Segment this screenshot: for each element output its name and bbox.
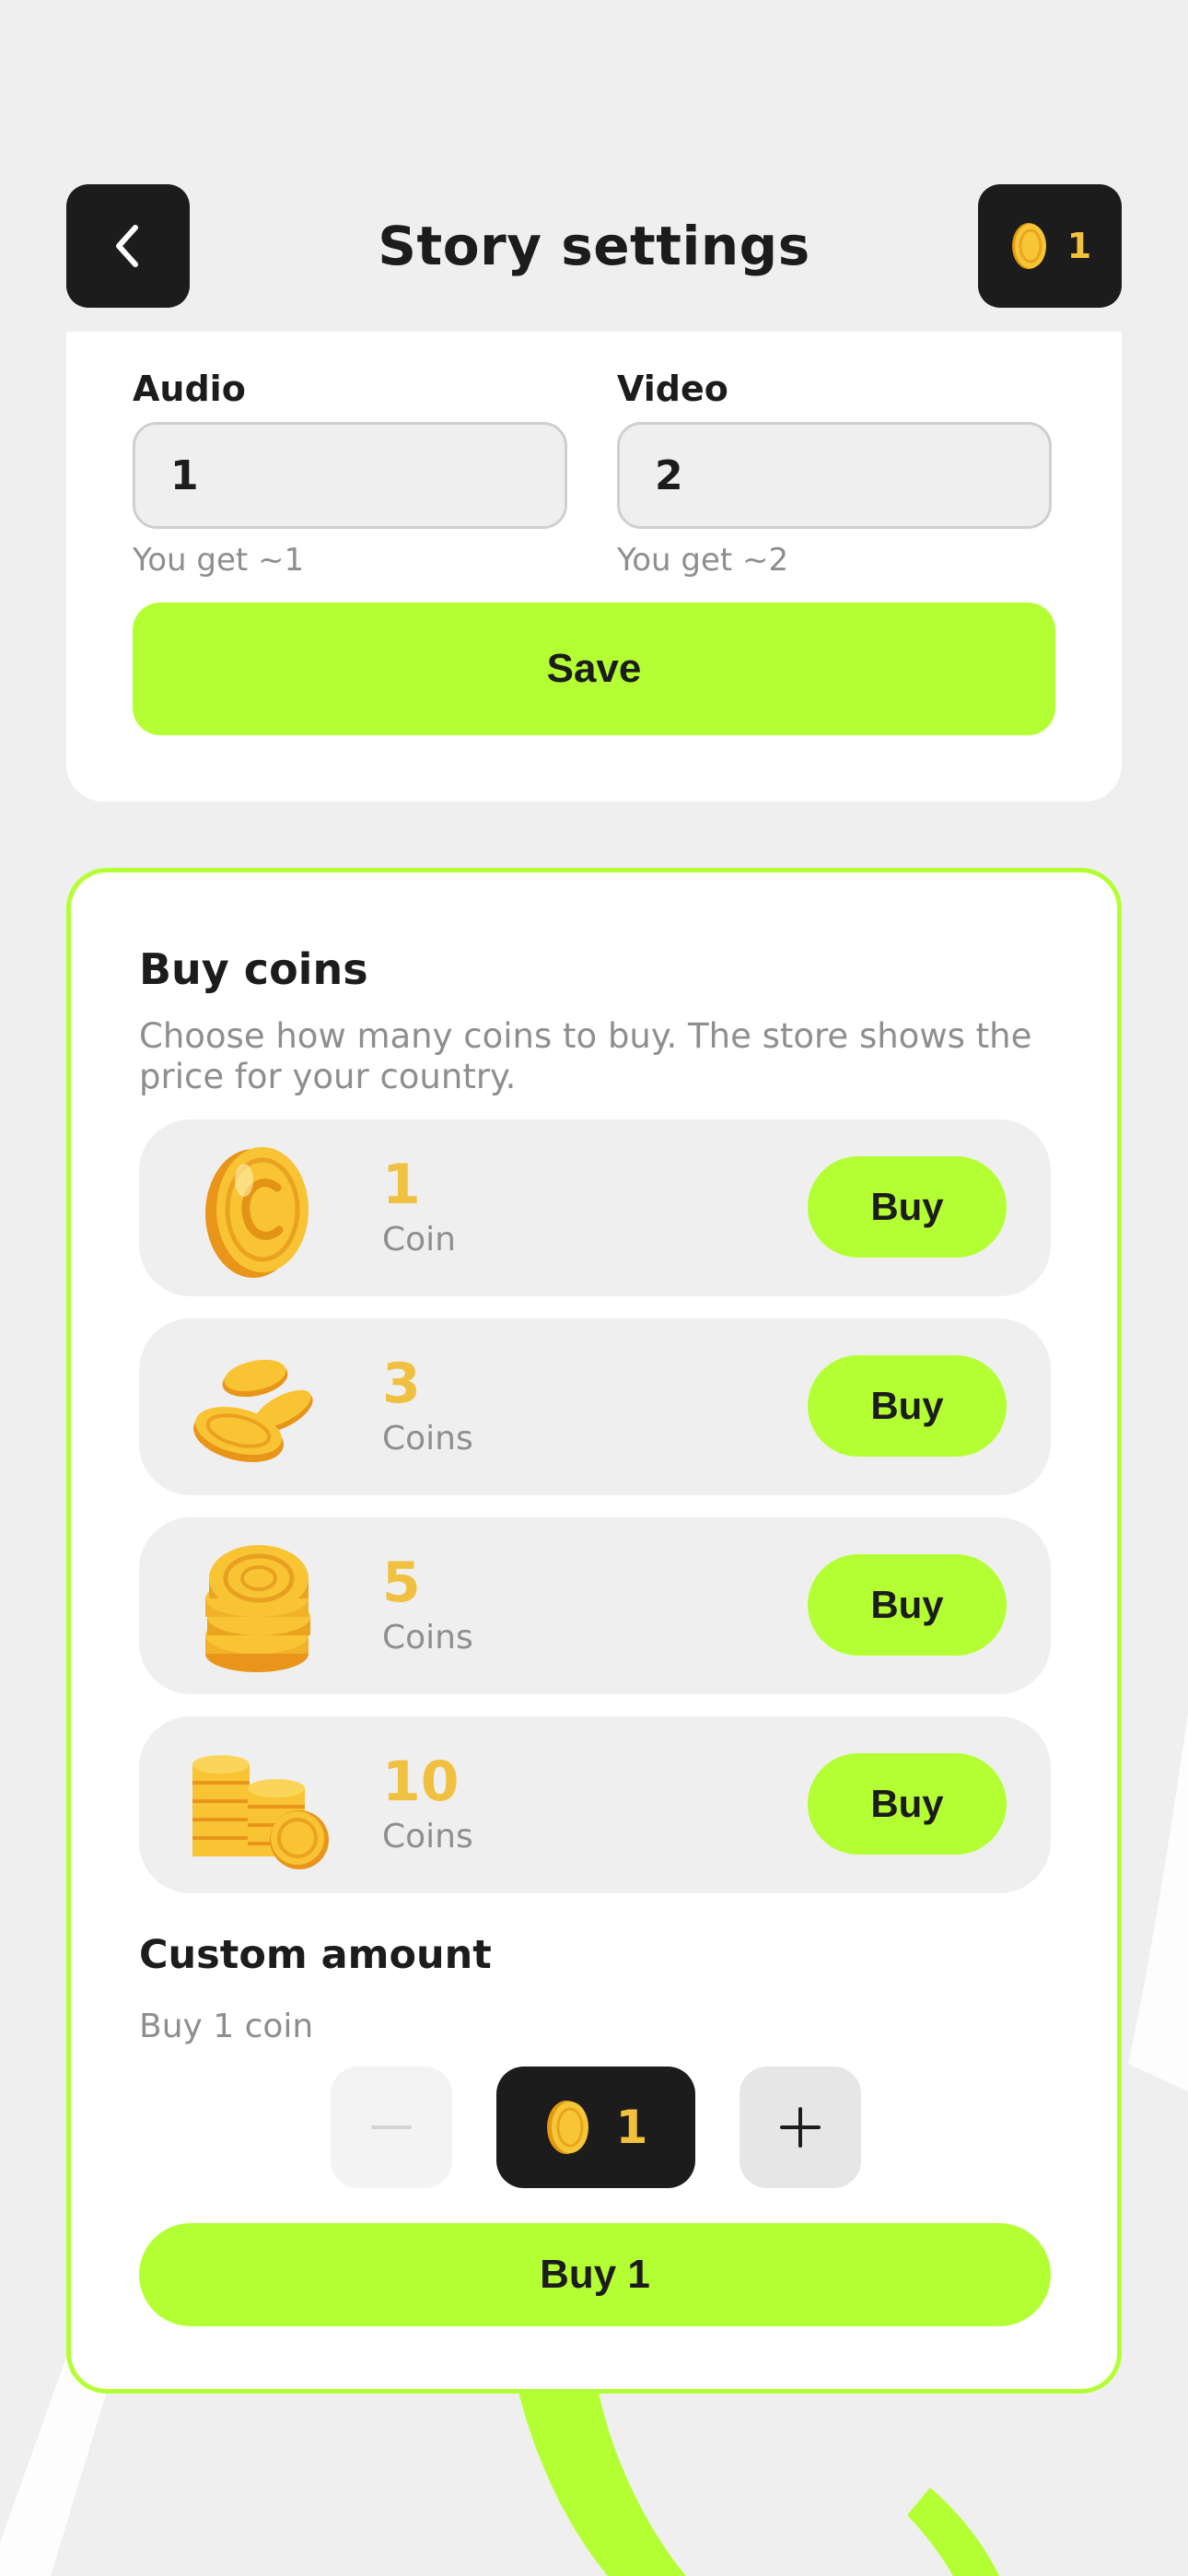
coin-package-1: 1 Coin Buy [139, 1119, 1051, 1296]
single-coin-icon [205, 1147, 309, 1278]
coin-stacks-icon [192, 1755, 329, 1869]
coin-balance-count: 1 [1066, 226, 1092, 266]
coin-icon [546, 2101, 588, 2154]
decrement-button[interactable] [331, 2067, 452, 2188]
buy-coins-card: Buy coins Choose how many coins to buy. … [66, 868, 1122, 2394]
coin-package-3: 3 Coins Buy [139, 1318, 1051, 1495]
package-amount: 1 [382, 1153, 421, 1217]
package-amount: 3 [382, 1352, 421, 1416]
custom-amount-stepper: 1 [496, 2067, 695, 2188]
video-input[interactable] [617, 422, 1052, 529]
buy-package-button[interactable]: Buy [808, 1753, 1007, 1855]
buy-coins-description: Choose how many coins to buy. The store … [139, 1016, 1032, 1096]
minus-icon [371, 2125, 412, 2129]
coin-stack-icon [205, 1545, 310, 1672]
coin-icon [1011, 223, 1046, 269]
plus-icon [780, 2107, 821, 2148]
coin-package-10: 10 Coins Buy [139, 1716, 1051, 1893]
buy-package-button[interactable]: Buy [808, 1355, 1007, 1457]
package-unit: Coins [382, 1420, 473, 1458]
custom-amount-subtitle: Buy 1 coin [139, 2008, 314, 2045]
custom-amount-value: 1 [615, 2101, 648, 2154]
video-hint: You get ~2 [617, 542, 789, 579]
audio-input[interactable] [133, 422, 567, 529]
scattered-coins-icon [193, 1359, 313, 1462]
increment-button[interactable] [740, 2067, 861, 2188]
buy-package-button[interactable]: Buy [808, 1156, 1007, 1258]
buy-custom-amount-button[interactable]: Buy 1 [139, 2223, 1051, 2326]
package-unit: Coin [382, 1221, 456, 1259]
buy-package-button[interactable]: Buy [808, 1554, 1007, 1656]
package-unit: Coins [382, 1818, 473, 1856]
video-label: Video [617, 369, 728, 409]
coin-package-5: 5 Coins Buy [139, 1517, 1051, 1694]
buy-coins-title: Buy coins [139, 944, 368, 994]
custom-amount-title: Custom amount [139, 1932, 492, 1978]
package-unit: Coins [382, 1619, 473, 1657]
audio-label: Audio [133, 369, 246, 409]
package-amount: 5 [382, 1551, 421, 1615]
story-settings-card: Audio You get ~1 Video You get ~2 Save [66, 332, 1122, 802]
package-amount: 10 [382, 1750, 460, 1814]
header: Story settings 1 [0, 184, 1188, 313]
coin-balance-badge[interactable]: 1 [978, 184, 1122, 308]
audio-hint: You get ~1 [133, 542, 305, 579]
save-button[interactable]: Save [133, 603, 1055, 735]
